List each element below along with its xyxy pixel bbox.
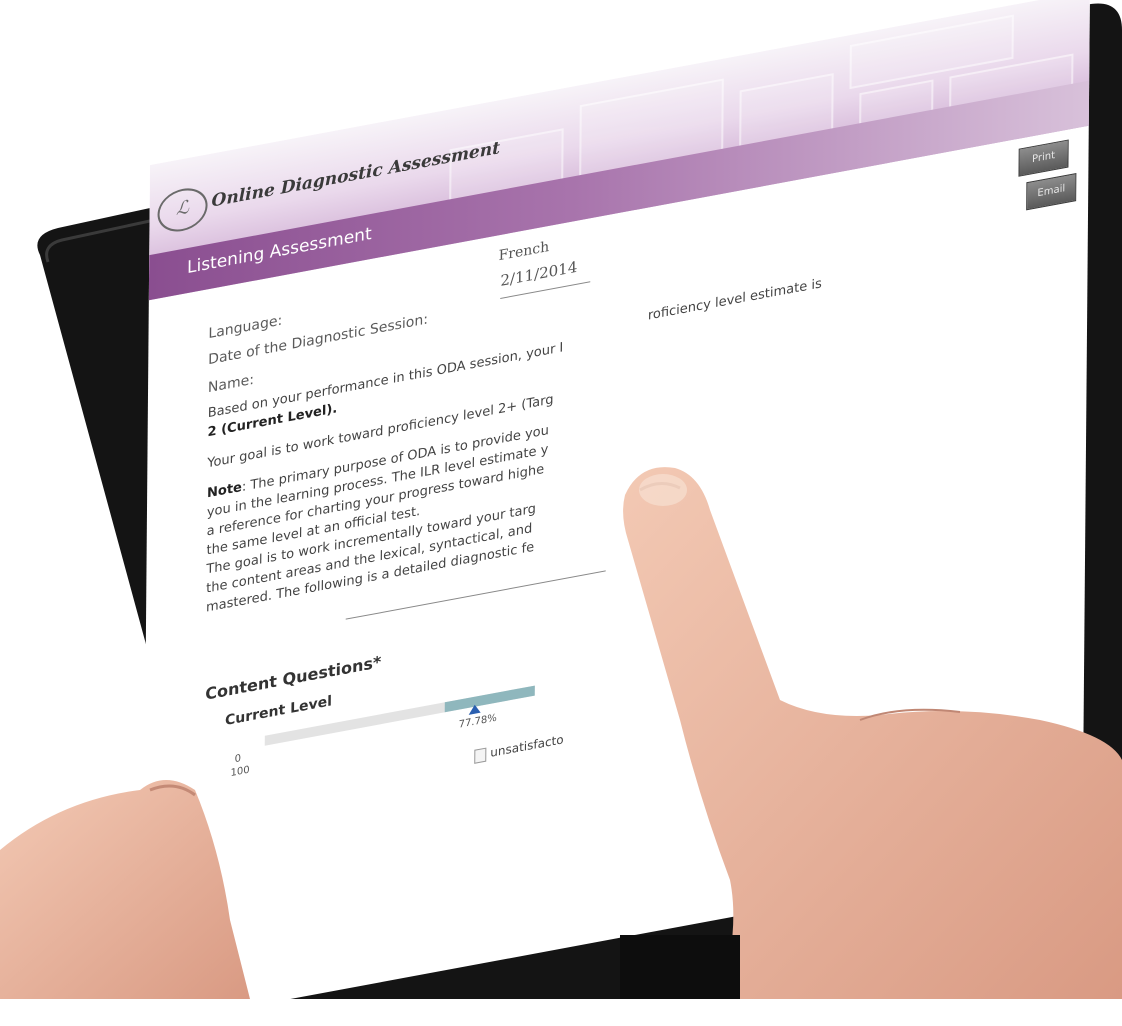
pointing-hand [623, 467, 1122, 999]
hands [0, 0, 1122, 999]
tablet-photo: ℒ Online Diagnostic Assessment Listening… [0, 0, 1122, 999]
holding-hand [0, 780, 250, 999]
